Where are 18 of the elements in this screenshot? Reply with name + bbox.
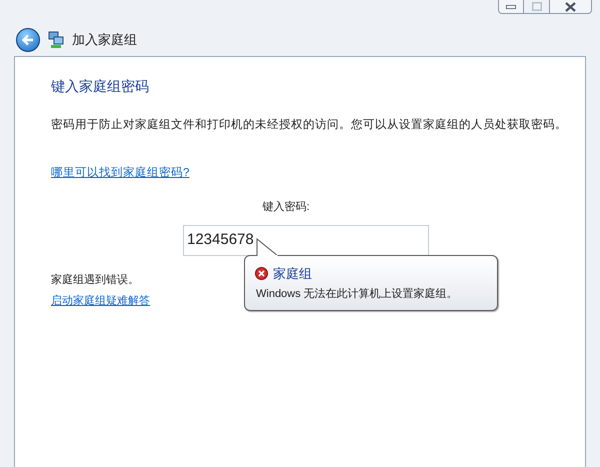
balloon-message: Windows 无法在此计算机上设置家庭组。 — [255, 286, 458, 302]
window-title: 加入家庭组 — [72, 31, 137, 50]
minimize-button[interactable] — [498, 0, 524, 14]
error-text: 家庭组遇到错误。 — [51, 272, 139, 288]
minimize-icon — [506, 4, 516, 8]
page-heading: 键入家庭组密码 — [51, 77, 150, 96]
balloon-title: 家庭组 — [273, 265, 312, 283]
password-label: 键入密码: — [261, 200, 310, 216]
description-text: 密码用于防止对家庭组文件和打印机的未经授权的访问。您可以从设置家庭组的人员处获取密码。 — [51, 117, 567, 133]
troubleshoot-link[interactable]: 启动家庭组疑难解答 — [51, 293, 150, 310]
back-arrow-icon — [22, 34, 34, 46]
maximize-icon — [532, 2, 542, 11]
error-icon — [255, 267, 268, 280]
help-link[interactable]: 哪里可以找到家庭组密码? — [51, 165, 190, 182]
back-button[interactable] — [16, 28, 40, 52]
close-icon — [565, 2, 576, 12]
network-computers-icon — [48, 31, 64, 49]
close-button[interactable] — [550, 0, 592, 14]
